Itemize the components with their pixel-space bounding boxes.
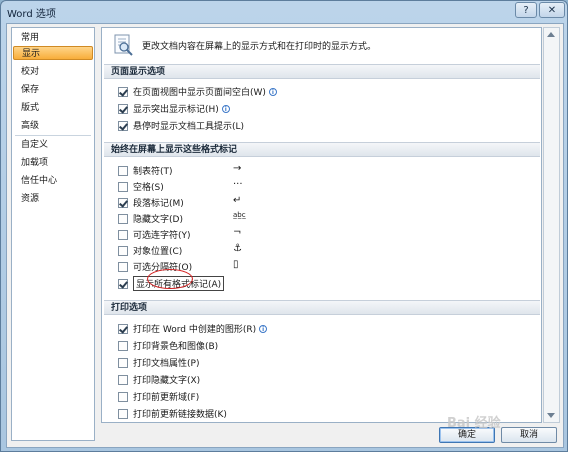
option-label: 打印前更新链接数据(K): [133, 410, 227, 420]
option-label: 打印背景色和图像(B): [133, 342, 219, 352]
nav-item-label: 常用: [21, 33, 40, 43]
option-label: 对象位置(C): [133, 247, 183, 257]
checkbox[interactable]: [118, 357, 128, 368]
scroll-down-icon[interactable]: [547, 413, 555, 418]
option-show-tooltips[interactable]: 悬停时显示文档工具提示(L): [118, 119, 244, 132]
help-button[interactable]: ?: [515, 2, 537, 18]
option-label: 空格(S): [133, 183, 164, 193]
nav-item-proofing[interactable]: 校对: [13, 65, 93, 79]
checkbox[interactable]: [118, 374, 128, 385]
nav-item-label: 保存: [21, 85, 40, 95]
nav-item-common[interactable]: 常用: [13, 31, 93, 45]
option-label: 显示突出显示标记(H): [133, 105, 219, 115]
info-icon: i: [259, 324, 268, 333]
options-nav: 常用 显示 校对 保存 版式 高级 自定义 加载项 信任中心 资源: [11, 27, 95, 441]
word-options-window: Word 选项 ? ✕ 常用 显示 校对 保存 版式 高级 自定义 加载项 信任…: [0, 0, 568, 452]
nav-item-save[interactable]: 保存: [13, 83, 93, 97]
nav-item-label: 显示: [22, 49, 41, 59]
option-label: 打印隐藏文字(X): [133, 376, 201, 386]
option-print-hidden-text[interactable]: 打印隐藏文字(X): [118, 373, 200, 386]
checkbox[interactable]: [118, 213, 128, 224]
help-icon: ?: [523, 4, 529, 16]
checkbox[interactable]: [118, 391, 128, 402]
nav-item-label: 高级: [21, 121, 40, 131]
checkbox[interactable]: [118, 278, 128, 289]
option-print-background[interactable]: 打印背景色和图像(B): [118, 339, 218, 352]
nav-item-trust-center[interactable]: 信任中心: [13, 174, 93, 188]
checkbox[interactable]: [118, 229, 128, 240]
option-label: 制表符(T): [133, 167, 173, 177]
scroll-up-icon[interactable]: [547, 32, 555, 37]
checkbox[interactable]: [118, 197, 128, 208]
option-hidden-text[interactable]: 隐藏文字(D) a̲b̲c̲: [118, 211, 246, 225]
hidden-text-mark-icon: a̲b̲c̲: [233, 211, 246, 219]
section-page-display: 页面显示选项: [104, 64, 540, 79]
cancel-button[interactable]: 取消: [501, 427, 557, 443]
option-print-drawings[interactable]: 打印在 Word 中创建的图形(R) i: [118, 322, 268, 335]
option-label: 打印在 Word 中创建的图形(R): [133, 325, 257, 335]
option-paragraph-marks[interactable]: 段落标记(M) ↵: [118, 195, 241, 209]
option-optional-hyphens[interactable]: 可选连字符(Y) ¬: [118, 227, 241, 241]
nav-item-customize[interactable]: 自定义: [13, 138, 93, 152]
option-show-highlighter[interactable]: 显示突出显示标记(H) i: [118, 102, 230, 115]
option-object-anchors[interactable]: 对象位置(C) ⚓: [118, 243, 242, 257]
option-update-links[interactable]: 打印前更新链接数据(K): [118, 407, 227, 420]
dialog-body: 常用 显示 校对 保存 版式 高级 自定义 加载项 信任中心 资源 更改文档内容…: [6, 23, 564, 448]
space-mark-icon: ···: [233, 179, 243, 190]
checkbox[interactable]: [118, 120, 128, 131]
info-icon: i: [268, 87, 277, 96]
annotation-circle: [147, 269, 193, 289]
option-label: 隐藏文字(D): [133, 215, 183, 225]
nav-item-label: 校对: [21, 67, 40, 77]
nav-item-display[interactable]: 显示: [13, 46, 93, 60]
panel-description: 更改文档内容在屏幕上的显示方式和在打印时的显示方式。: [142, 42, 377, 52]
checkbox[interactable]: [118, 323, 128, 334]
info-icon: i: [221, 104, 230, 113]
nav-item-resources[interactable]: 资源: [13, 192, 93, 206]
anchor-icon: ⚓: [233, 243, 242, 254]
baidu-watermark: Bai 经验: [447, 416, 501, 431]
checkbox[interactable]: [118, 103, 128, 114]
option-label: 段落标记(M): [133, 199, 184, 209]
hyphen-mark-icon: ¬: [233, 227, 242, 238]
checkbox[interactable]: [118, 245, 128, 256]
option-print-properties[interactable]: 打印文档属性(P): [118, 356, 199, 369]
vertical-scrollbar[interactable]: [543, 27, 560, 423]
nav-item-label: 资源: [21, 194, 40, 204]
checkbox[interactable]: [118, 165, 128, 176]
nav-item-label: 加载项: [21, 158, 49, 168]
display-options-panel: 更改文档内容在屏幕上的显示方式和在打印时的显示方式。 页面显示选项 在页面视图中…: [101, 27, 542, 423]
option-spaces[interactable]: 空格(S) ···: [118, 179, 243, 193]
nav-item-advanced[interactable]: 高级: [13, 119, 93, 133]
option-tab-characters[interactable]: 制表符(T) →: [118, 163, 241, 177]
section-print: 打印选项: [104, 300, 540, 315]
window-title: Word 选项: [7, 9, 56, 20]
option-label: 打印文档属性(P): [133, 359, 200, 369]
nav-item-label: 自定义: [21, 140, 49, 150]
option-label: 打印前更新域(F): [133, 393, 200, 403]
nav-item-label: 版式: [21, 103, 40, 113]
option-label: 可选连字符(Y): [133, 231, 191, 241]
checkbox[interactable]: [118, 408, 128, 419]
checkbox[interactable]: [118, 181, 128, 192]
checkbox[interactable]: [118, 261, 128, 272]
tab-mark-icon: →: [233, 163, 242, 174]
checkbox[interactable]: [118, 340, 128, 351]
title-bar[interactable]: Word 选项 ? ✕: [1, 1, 567, 21]
close-icon: ✕: [547, 4, 557, 16]
checkbox[interactable]: [118, 86, 128, 97]
paragraph-mark-icon: ↵: [233, 195, 242, 206]
display-options-icon: [114, 34, 133, 56]
nav-item-label: 信任中心: [21, 176, 58, 186]
optional-break-icon: ▯: [233, 259, 239, 270]
option-label: 悬停时显示文档工具提示(L): [133, 122, 245, 132]
nav-divider: [15, 135, 91, 136]
option-update-fields[interactable]: 打印前更新域(F): [118, 390, 199, 403]
close-button[interactable]: ✕: [539, 2, 565, 18]
section-format-marks: 始终在屏幕上显示这些格式标记: [104, 142, 540, 157]
nav-item-layout[interactable]: 版式: [13, 101, 93, 115]
nav-item-addins[interactable]: 加载项: [13, 156, 93, 170]
option-label: 在页面视图中显示页面间空白(W): [133, 88, 266, 98]
option-show-whitespace[interactable]: 在页面视图中显示页面间空白(W) i: [118, 85, 277, 98]
